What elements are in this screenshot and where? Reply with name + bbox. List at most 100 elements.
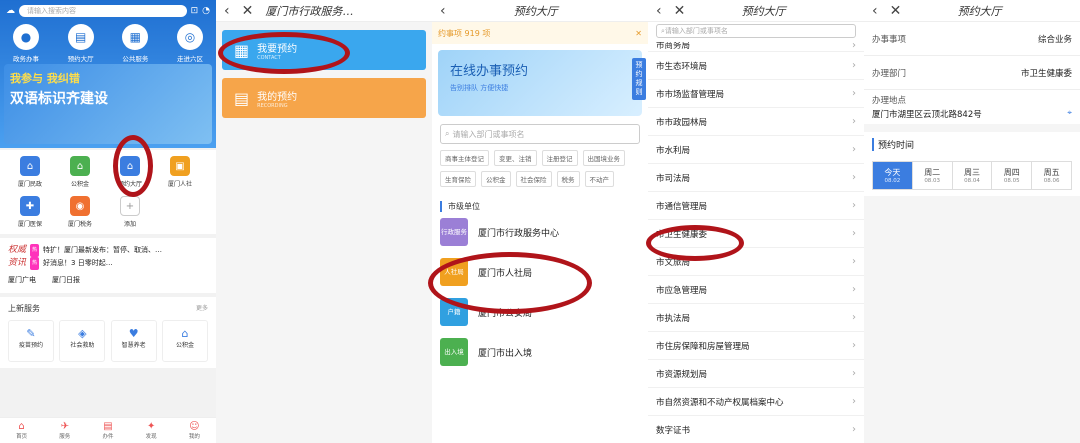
department-item[interactable]: 市司法局 › (648, 164, 864, 192)
grid-gongjijin[interactable]: ⌂ 公积金 (58, 156, 102, 188)
department-item[interactable]: 市通信管理局 › (648, 192, 864, 220)
tag[interactable]: 变更、注销 (494, 150, 537, 166)
home-header: ☁ 请输入搜索内容 ⊡ ◔ ● 政务办事 ▤ 预约大厅 ▦ 公共服务 ◎ 走进六区 我参… (0, 0, 216, 148)
news-item[interactable]: 特扩！厦门最新发布：暂停、取消、… (43, 244, 162, 257)
grid-yibao[interactable]: ✚ 厦门医保 (8, 196, 52, 228)
person-icon: ● (13, 24, 39, 50)
day-option[interactable]: 周四 08.05 (992, 162, 1033, 189)
close-icon[interactable]: ✕ (242, 3, 254, 19)
tag[interactable]: 注册登记 (541, 150, 578, 166)
booking-rules-button[interactable]: 预约规则 (632, 58, 646, 100)
time-title: 预约时间 (872, 138, 1072, 151)
tab-discover[interactable]: ✦ 发现 (146, 421, 157, 440)
department-item[interactable]: 市资源规划局 › (648, 360, 864, 388)
department-item[interactable]: 市水利局 › (648, 136, 864, 164)
back-icon[interactable]: ‹ (440, 3, 446, 19)
tag[interactable]: 税务 (556, 171, 580, 187)
source-link[interactable]: 厦门日报 (52, 274, 80, 287)
news-tag: 权威 (8, 245, 27, 255)
org-row[interactable]: 行政服务 厦门市行政服务中心 (432, 212, 648, 252)
department-item[interactable]: 数字证书 › (648, 416, 864, 443)
services-title: 上新服务 (8, 304, 40, 313)
search-input[interactable]: ⌕ 请输入部门或事项名 (440, 124, 640, 144)
page-title: 预约大厅 (957, 4, 1002, 18)
org-badge: 出入境 (440, 338, 468, 366)
grid-shuiwu[interactable]: ◉ 厦门税务 (58, 196, 102, 228)
category-tags: 商事主体登记 变更、注销 注册登记 出国境业务 生育保险 公积金 社会保险 税务… (432, 150, 648, 187)
day-option[interactable]: 周二 08.03 (913, 162, 953, 189)
tag[interactable]: 社会保险 (515, 171, 552, 187)
address-row: 办理地点 厦门市湖里区云顶北路842号 ⌖ (864, 90, 1080, 124)
service-card[interactable]: ⌂ 公积金 (161, 320, 208, 362)
day-option[interactable]: 今天 08.02 (873, 162, 913, 189)
close-icon[interactable]: ✕ (890, 3, 902, 19)
online-booking-banner[interactable]: 在线办事预约 告别排队 方便快捷 预约规则 (438, 50, 646, 116)
more-link[interactable]: 更多 (196, 303, 208, 314)
service-card[interactable]: ♥ 智慧养老 (110, 320, 157, 362)
search-input[interactable]: ⌕ 请输入部门或事项名 (656, 24, 856, 38)
grid-add[interactable]: + 添加 (108, 196, 152, 228)
my-appointment-button[interactable]: ▤ 我的预约 RECORDING (222, 78, 426, 118)
back-icon[interactable]: ‹ (656, 3, 662, 19)
service-grid: ⌂ 厦门民政 ⌂ 公积金 ⌂ 预约大厅 ▣ 厦门人社 ✚ 厦门医保 ◉ 厦门税务 + 添加 (0, 150, 216, 234)
quick-zhengwu[interactable]: ● 政务办事 (6, 24, 46, 63)
chevron-right-icon: › (852, 116, 856, 127)
day-option[interactable]: 周五 08.06 (1032, 162, 1071, 189)
department-item[interactable]: 市应急管理局 › (648, 276, 864, 304)
new-services: 上新服务 更多 ✎ 疫苗预约 ◈ 社会救助 ♥ 智慧养老 ⌂ 公积金 (0, 297, 216, 368)
annotation-oval (218, 32, 350, 74)
promo-banner[interactable]: 我参与 我纠错 双语标识齐建设 (4, 64, 212, 144)
department-item[interactable]: 市执法局 › (648, 304, 864, 332)
service-card[interactable]: ◈ 社会救助 (59, 320, 106, 362)
chevron-right-icon: › (852, 284, 856, 295)
tab-banjian[interactable]: ▤ 办件 (102, 421, 113, 440)
department-item[interactable]: 市市场监督管理局 › (648, 80, 864, 108)
department-item[interactable]: 市商务局 › (648, 42, 864, 52)
annotation-oval (428, 252, 592, 314)
tag[interactable]: 公积金 (481, 171, 511, 187)
tab-home[interactable]: ⌂ 首页 (16, 421, 27, 440)
detail-row: 办理部门 市卫生健康委 (864, 56, 1080, 90)
tag[interactable]: 商事主体登记 (440, 150, 489, 166)
tab-service[interactable]: ✈ 服务 (59, 421, 70, 440)
tab-mine[interactable]: ☺ 我的 (189, 421, 200, 440)
location-pin-icon[interactable]: ⌖ (1067, 108, 1072, 120)
quick-yuyue[interactable]: ▤ 预约大厅 (61, 24, 101, 63)
day-option[interactable]: 周三 08.04 (953, 162, 993, 189)
department-item[interactable]: 市市政园林局 › (648, 108, 864, 136)
grid-minzheng[interactable]: ⌂ 厦门民政 (8, 156, 52, 188)
quick-gonggong[interactable]: ▦ 公共服务 (115, 24, 155, 63)
back-icon[interactable]: ‹ (872, 3, 878, 19)
day-selector: 今天 08.02 周二 08.03 周三 08.04 周四 08.05 周五 08.06 (872, 161, 1072, 190)
source-link[interactable]: 厦门广电 (8, 274, 36, 287)
quick-liuqu[interactable]: ◎ 走进六区 (170, 24, 210, 63)
service-card[interactable]: ✎ 疫苗预约 (8, 320, 54, 362)
department-item[interactable]: 市生态环境局 › (648, 52, 864, 80)
syringe-icon: ✎ (26, 327, 36, 340)
back-icon[interactable]: ‹ (224, 3, 230, 19)
department-item[interactable]: 市住房保障和房屋管理局 › (648, 332, 864, 360)
scan-icon[interactable]: ⊡ (191, 6, 199, 16)
appointment-detail-panel: ‹ ✕ 预约大厅 办事事项 综合业务 办理部门 市卫生健康委 办理地点 厦门市湖里区云顶… (864, 0, 1080, 443)
chevron-right-icon: › (852, 228, 856, 239)
department-item[interactable]: 市自然资源和不动产权属档案中心 › (648, 388, 864, 416)
hot-badge: 热 (30, 257, 40, 270)
discover-icon: ✦ (146, 421, 156, 432)
bell-icon[interactable]: ◔ (202, 6, 210, 16)
search-input[interactable]: 请输入搜索内容 (19, 5, 187, 17)
news-item[interactable]: 好消息！3 日零时起… (43, 257, 113, 270)
chevron-right-icon: › (852, 340, 856, 351)
tag[interactable]: 出国境业务 (582, 150, 625, 166)
tag[interactable]: 生育保险 (440, 171, 476, 187)
chevron-right-icon: › (852, 144, 856, 155)
user-icon: ☺ (189, 421, 200, 432)
department-list-panel: ‹ ✕ 预约大厅 ⌕ 请输入部门或事项名 市商务局 › 市生态环境局 › 市市场监督管理局… (648, 0, 864, 443)
home-icon: ⌂ (18, 421, 25, 432)
close-icon[interactable]: ✕ (674, 3, 686, 19)
heart-icon: ♥ (128, 327, 139, 340)
home-search-bar[interactable]: ☁ 请输入搜索内容 ⊡ ◔ (6, 4, 210, 18)
grid-renshe[interactable]: ▣ 厦门人社 (158, 156, 202, 188)
close-icon[interactable]: ✕ (635, 29, 642, 38)
tag[interactable]: 不动产 (584, 171, 614, 187)
org-row[interactable]: 出入境 厦门市出入境 (432, 332, 648, 372)
